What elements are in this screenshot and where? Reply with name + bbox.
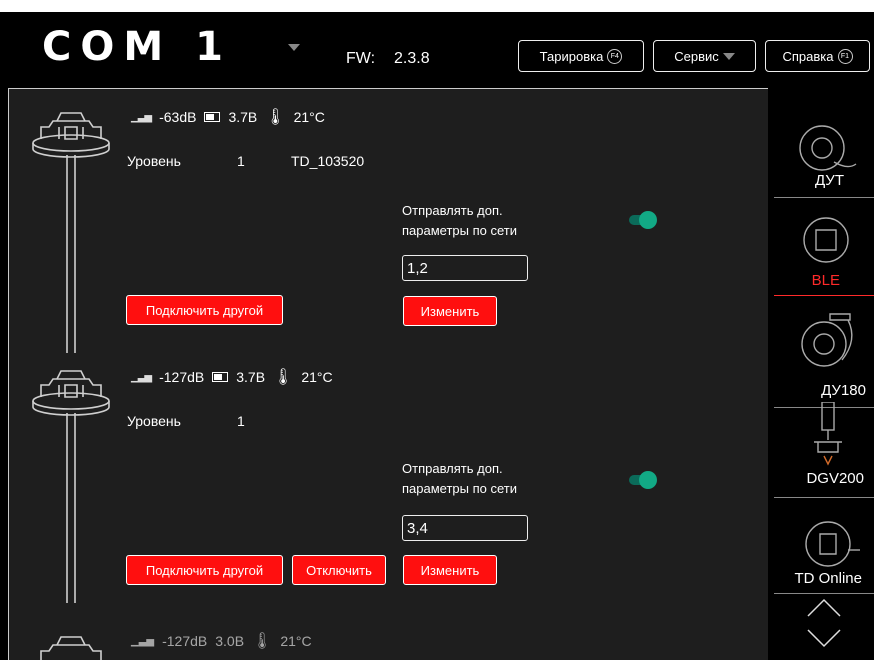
connect-other-button[interactable]: Подключить другой [126,555,283,585]
send-params-label-line2: параметры по сети [402,223,518,238]
device-id: TD_103520 [291,153,365,169]
level-value: 1 [237,413,245,429]
sensor-2-status-row: ▁▃▅ -127dB 3.7B 🌡 21°C [131,367,333,387]
service-label: Сервис [674,48,719,64]
battery-value: 3.7B [236,369,266,385]
dut-sensor-icon [799,125,857,171]
temperature-value: 21°C [280,633,312,649]
calibration-label: Тарировка [539,48,604,64]
sidebar-label: TD Online [794,570,862,587]
left-gutter [0,88,8,660]
signal-value: -63dB [159,109,197,125]
battery-value: 3.0B [215,633,245,649]
toggle-knob [639,211,657,229]
sidebar-label: ДУТ [814,172,844,189]
help-button[interactable]: Справка F1 [765,40,870,72]
level-value: 1 [237,153,245,169]
disconnect-button[interactable]: Отключить [292,555,386,585]
sidebar-label: DGV200 [806,470,864,487]
f1-key-icon: F1 [837,48,853,64]
thermometer-icon: 🌡 [252,633,273,650]
signal-icon: ▁▃▅ [131,111,152,123]
send-params-label-line1: Отправлять доп. [402,461,503,476]
thermometer-icon: 🌡 [265,109,286,126]
sidebar-label: ДУ180 [821,382,866,399]
du180-sensor-icon [801,313,853,367]
send-params-toggle[interactable] [629,211,659,229]
level-label: Уровень [127,413,181,429]
params-input[interactable] [402,255,528,281]
send-params-toggle[interactable] [629,471,659,489]
sidebar-item-dut[interactable]: ДУТ [774,108,874,198]
signal-icon: ▁▃▅ [131,371,152,383]
sensor-probe-icon [32,112,110,353]
app-window: COM 1 FW: 2.3.8 Тарировка F4 Сервис Спра… [0,0,874,660]
sidebar-label: BLE [811,272,840,289]
sidebar-item-du180[interactable]: ДУ180 [774,298,874,408]
sensor-3-status-row: ▁▃▅ -127dB 3.0B 🌡 21°C [131,631,312,651]
level-label: Уровень [127,153,181,169]
port-title[interactable]: COM 1 [42,24,232,70]
sensor-1-status-row: ▁▃▅ -63dB 3.7B 🌡 21°C [131,107,325,127]
f4-key-icon: F4 [607,48,623,64]
signal-value: -127dB [159,369,205,385]
calibration-button[interactable]: Тарировка F4 [518,40,644,72]
battery-icon [204,112,221,122]
sensor-list-panel[interactable]: ▁▃▅ -63dB 3.7B 🌡 21°C Уровень 1 TD_10352… [8,88,770,660]
port-dropdown-icon[interactable] [288,44,300,51]
send-params-label: Отправлять доп. параметры по сети [402,459,562,499]
connect-other-button[interactable]: Подключить другой [126,295,283,325]
thermometer-icon: 🌡 [273,369,294,386]
sidebar-item-td-online[interactable]: TD Online [774,512,874,594]
change-button[interactable]: Изменить [403,296,497,326]
change-button[interactable]: Изменить [403,555,497,585]
scroll-down-arrow-icon[interactable] [804,626,844,650]
top-border [0,0,874,12]
send-params-label-line1: Отправлять доп. [402,203,503,218]
chevron-down-icon [722,52,735,60]
battery-value: 3.7B [228,109,258,125]
td-online-sensor-icon [805,521,860,567]
send-params-label: Отправлять доп. параметры по сети [402,201,562,241]
sensor-probe-icon [40,636,102,660]
dgv200-sensor-icon [814,402,842,466]
ble-sensor-icon [803,217,849,263]
help-label: Справка [782,48,834,64]
fw-value: 2.3.8 [394,50,430,67]
params-input[interactable] [402,515,528,541]
service-button[interactable]: Сервис [653,40,756,72]
signal-value: -127dB [162,633,208,649]
scroll-up-arrow-icon[interactable] [804,596,844,620]
signal-icon: ▁▃▅ [131,635,155,647]
temperature-value: 21°C [301,369,333,385]
temperature-value: 21°C [293,109,325,125]
sidebar-item-dgv200[interactable]: DGV200 [774,398,874,498]
sensor-probe-icon [32,370,110,603]
toggle-knob [639,471,657,489]
fw-label: FW: [346,50,376,67]
sidebar-item-ble[interactable]: BLE [774,200,874,296]
battery-icon [212,372,229,382]
send-params-label-line2: параметры по сети [402,481,518,496]
